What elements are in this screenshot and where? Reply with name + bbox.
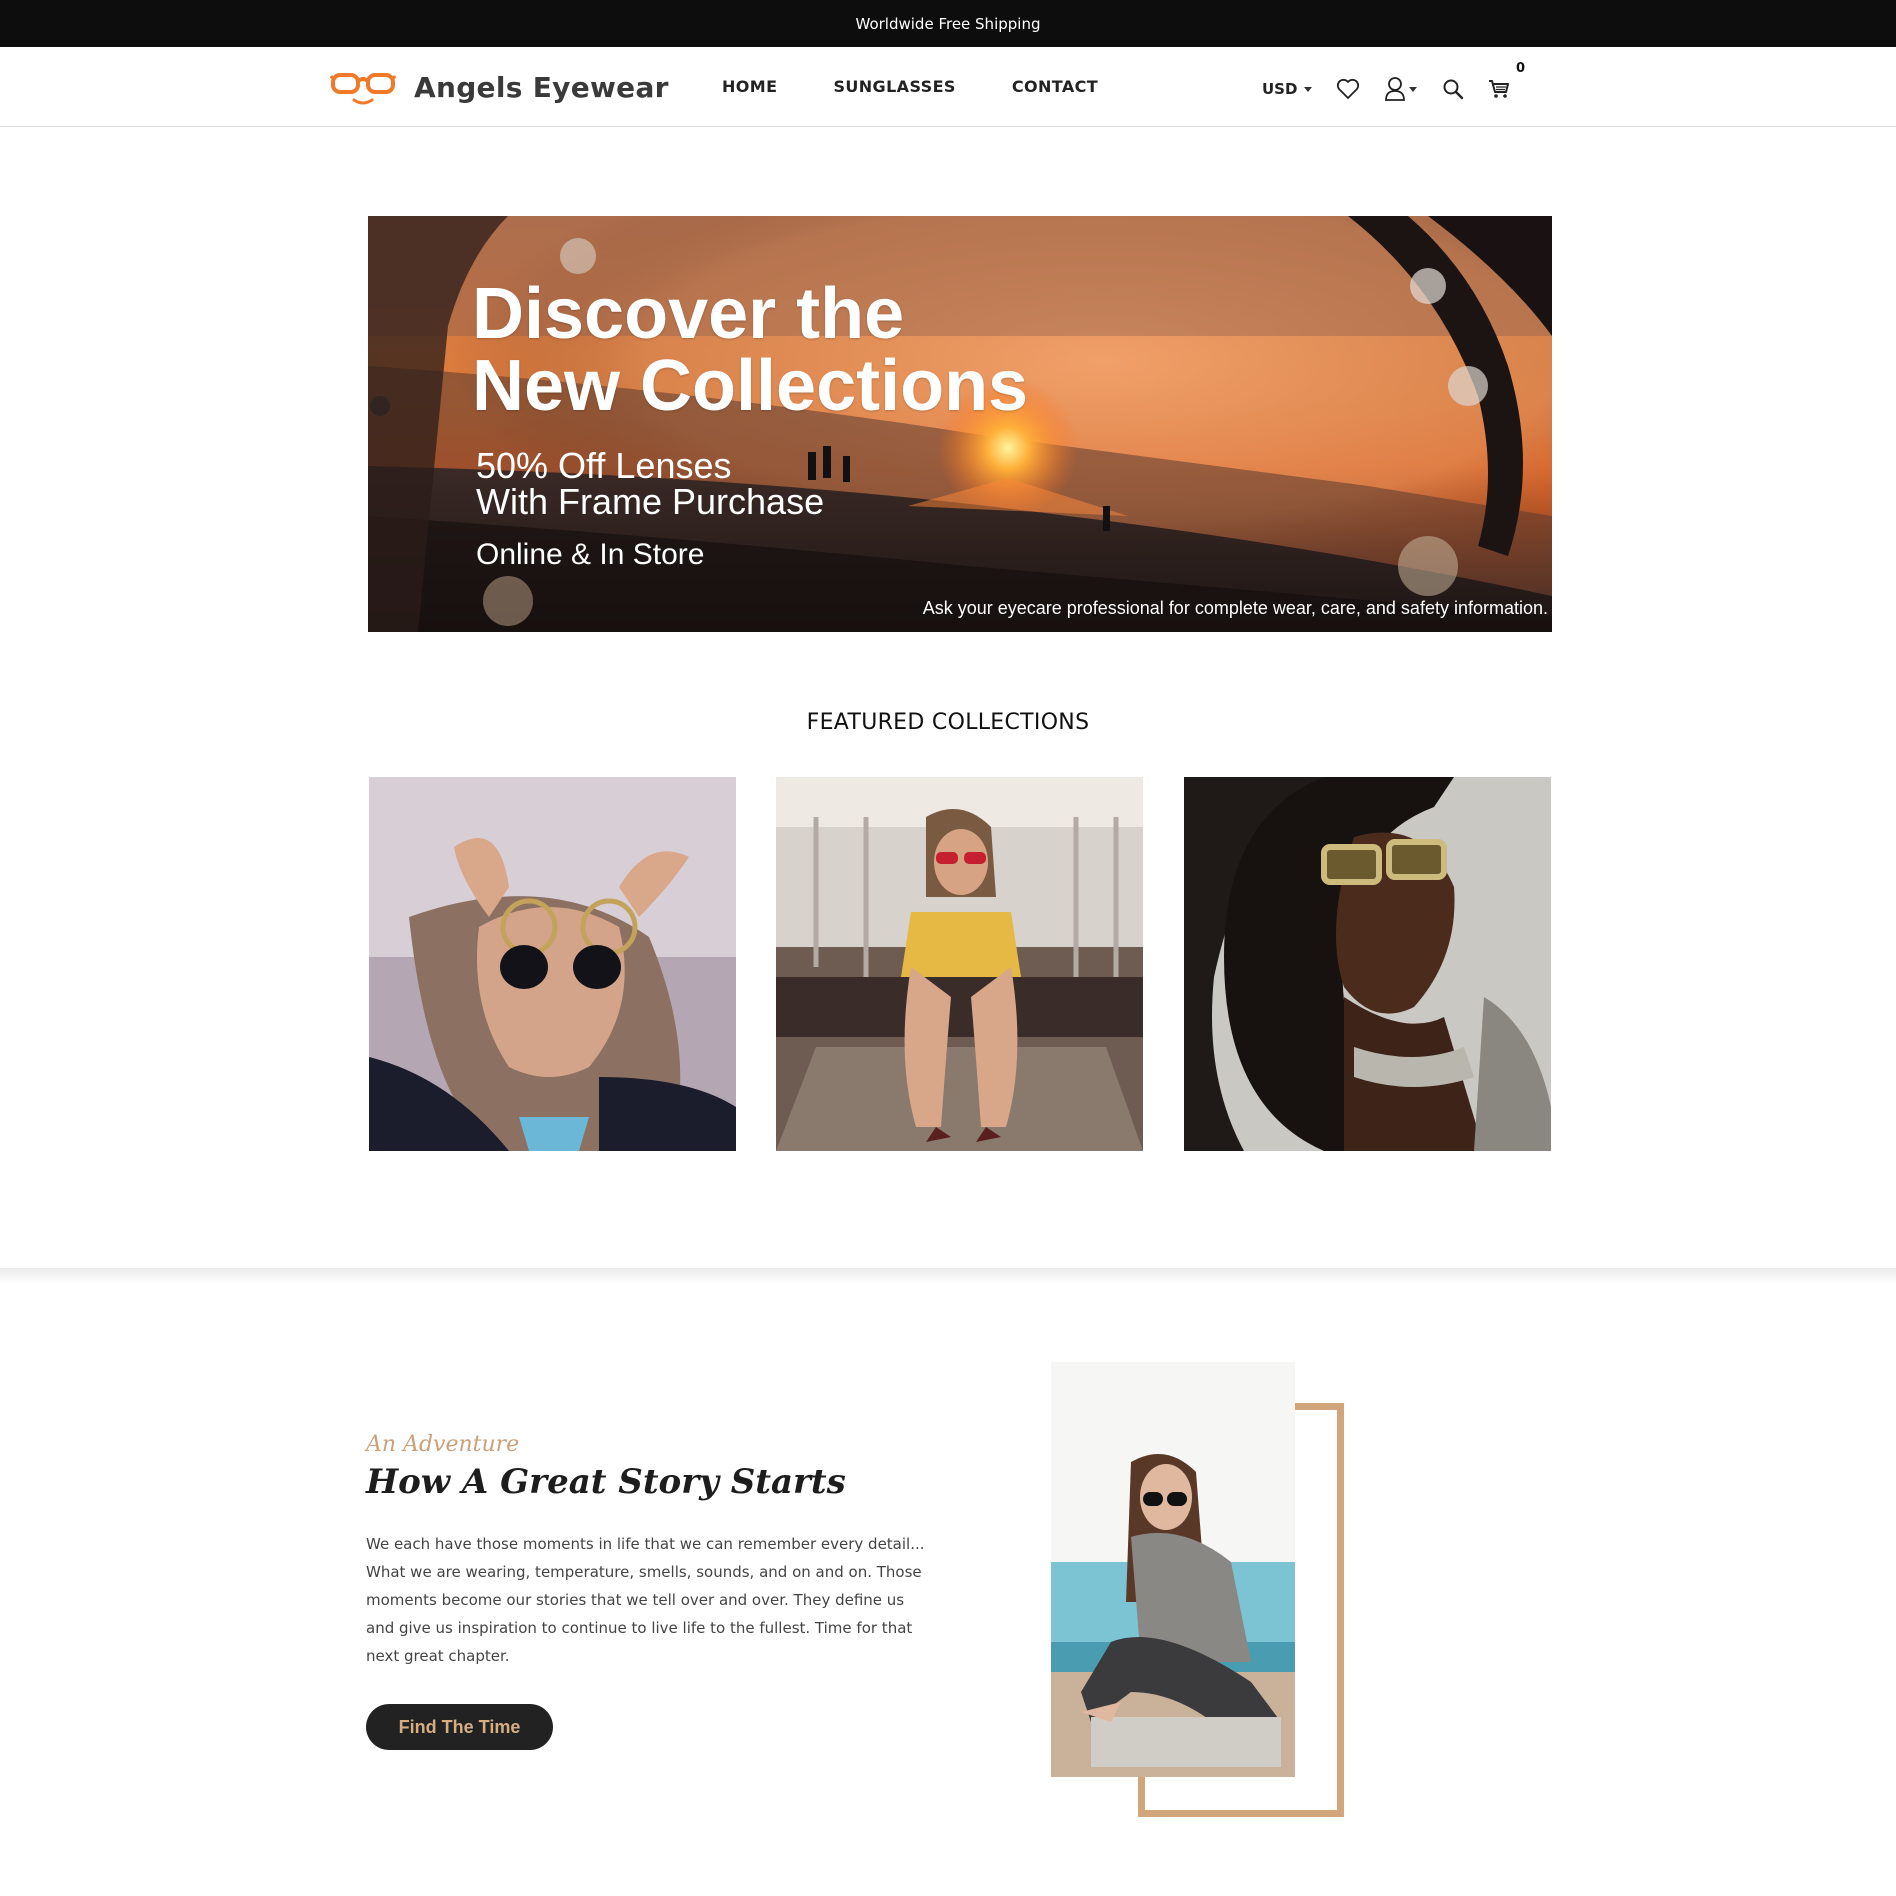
hero-banner[interactable]: Discover the New Collections 50% Off Len…	[368, 216, 1552, 632]
collection-card-3[interactable]	[1184, 777, 1551, 1151]
collection-image-2	[776, 777, 1143, 1151]
find-the-time-button[interactable]: Find The Time	[366, 1704, 553, 1750]
hero-subtitle: 50% Off Lenses With Frame Purchase	[476, 448, 824, 520]
cart-count-badge: 0	[1516, 61, 1526, 76]
user-icon[interactable]	[1384, 76, 1418, 102]
announcement-bar: Worldwide Free Shipping	[0, 0, 1896, 47]
hero-disclaimer: Ask your eyecare professional for comple…	[922, 598, 1548, 618]
nav-contact[interactable]: CONTACT	[1012, 77, 1098, 96]
hero-title: Discover the New Collections	[472, 278, 1232, 422]
story-photo	[1051, 1362, 1295, 1777]
chevron-down-icon	[1304, 86, 1313, 92]
collection-image-1	[369, 777, 736, 1151]
section-divider	[0, 1268, 1896, 1284]
nav-home[interactable]: HOME	[722, 77, 777, 96]
announcement-text: Worldwide Free Shipping	[855, 14, 1041, 33]
main-nav: HOME SUNGLASSES CONTACT	[722, 77, 1154, 96]
header-tools: USD 0	[1262, 61, 1525, 103]
heart-icon[interactable]	[1336, 78, 1360, 100]
site-header: Angels Eyewear HOME SUNGLASSES CONTACT U…	[0, 47, 1896, 127]
hero-availability: Online & In Store	[476, 538, 705, 571]
glasses-logo-icon	[330, 73, 396, 105]
story-image	[1051, 1362, 1295, 1777]
collection-card-2[interactable]	[776, 777, 1143, 1151]
search-icon[interactable]	[1442, 78, 1464, 100]
story-body: We each have those moments in life that …	[366, 1535, 925, 1665]
logo[interactable]: Angels Eyewear	[330, 67, 669, 107]
cart-icon[interactable]	[1488, 78, 1510, 100]
currency-selector[interactable]: USD	[1262, 80, 1313, 98]
hero-sub-line1: 50% Off Lenses	[476, 445, 732, 486]
collection-image-3	[1184, 777, 1551, 1151]
featured-collections-title: FEATURED COLLECTIONS	[806, 710, 1090, 735]
story-title: How A Great Story Starts	[366, 1462, 846, 1502]
hero-title-line1: Discover the	[472, 274, 905, 354]
hero-sub-line2: With Frame Purchase	[476, 481, 825, 522]
nav-sunglasses[interactable]: SUNGLASSES	[833, 77, 955, 96]
hero-title-line2: New Collections	[472, 346, 1029, 426]
currency-label: USD	[1262, 80, 1298, 98]
brand-name: Angels Eyewear	[414, 70, 669, 104]
collection-card-1[interactable]	[369, 777, 736, 1151]
story-eyebrow: An Adventure	[366, 1432, 520, 1457]
